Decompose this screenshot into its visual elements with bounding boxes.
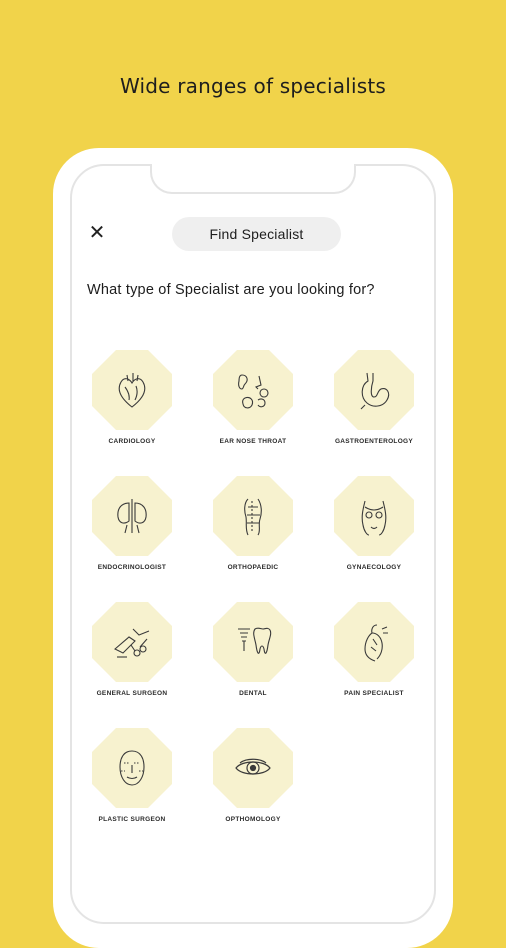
specialist-label: ORTHOPAEDIC: [227, 564, 279, 571]
ear-nose-throat-icon: [213, 350, 293, 430]
torso-icon: [334, 476, 414, 556]
specialist-tile-gastroenterology[interactable]: GASTROENTEROLOGY: [328, 350, 420, 445]
specialist-tile-orthopaedic[interactable]: ORTHOPAEDIC: [207, 476, 299, 571]
specialist-tile-general-surgeon[interactable]: GENERAL SURGEON: [86, 602, 178, 697]
specialist-tile-ent[interactable]: EAR NOSE THROAT: [207, 350, 299, 445]
specialist-tile-dental[interactable]: DENTAL: [207, 602, 299, 697]
specialist-tile-plastic-surgeon[interactable]: PLASTIC SURGEON: [86, 728, 178, 823]
endocrine-icon: [92, 476, 172, 556]
specialist-label: GYNAECOLOGY: [346, 564, 402, 571]
specialist-tile-pain-specialist[interactable]: PAIN SPECIALIST: [328, 602, 420, 697]
phone-notch: [150, 164, 356, 194]
specialist-label: CARDIOLOGY: [108, 438, 156, 445]
specialist-label: OPTHOMOLOGY: [225, 816, 281, 823]
tooth-icon: [213, 602, 293, 682]
specialist-tile-opthomology[interactable]: OPTHOMOLOGY: [207, 728, 299, 823]
specialist-label: ENDOCRINOLOGIST: [97, 564, 167, 571]
page-title: Find Specialist: [172, 217, 341, 251]
specialist-label: PLASTIC SURGEON: [98, 816, 166, 823]
specialist-label: DENTAL: [239, 690, 267, 697]
specialist-label: EAR NOSE THROAT: [219, 438, 287, 445]
close-button[interactable]: ✕: [86, 222, 108, 244]
bone-icon: [213, 476, 293, 556]
specialist-label: GASTROENTEROLOGY: [334, 438, 414, 445]
specialist-tile-endocrinologist[interactable]: ENDOCRINOLOGIST: [86, 476, 178, 571]
pain-body-icon: [334, 602, 414, 682]
heart-icon: [92, 350, 172, 430]
promo-headline: Wide ranges of specialists: [119, 74, 387, 98]
specialist-label: GENERAL SURGEON: [96, 690, 168, 697]
stomach-icon: [334, 350, 414, 430]
face-icon: [92, 728, 172, 808]
eye-icon: [213, 728, 293, 808]
specialist-tile-cardiology[interactable]: CARDIOLOGY: [86, 350, 178, 445]
specialist-tile-gynaecology[interactable]: GYNAECOLOGY: [328, 476, 420, 571]
surgical-tools-icon: [92, 602, 172, 682]
specialist-label: PAIN SPECIALIST: [344, 690, 404, 697]
question-text: What type of Specialist are you looking …: [87, 282, 375, 298]
